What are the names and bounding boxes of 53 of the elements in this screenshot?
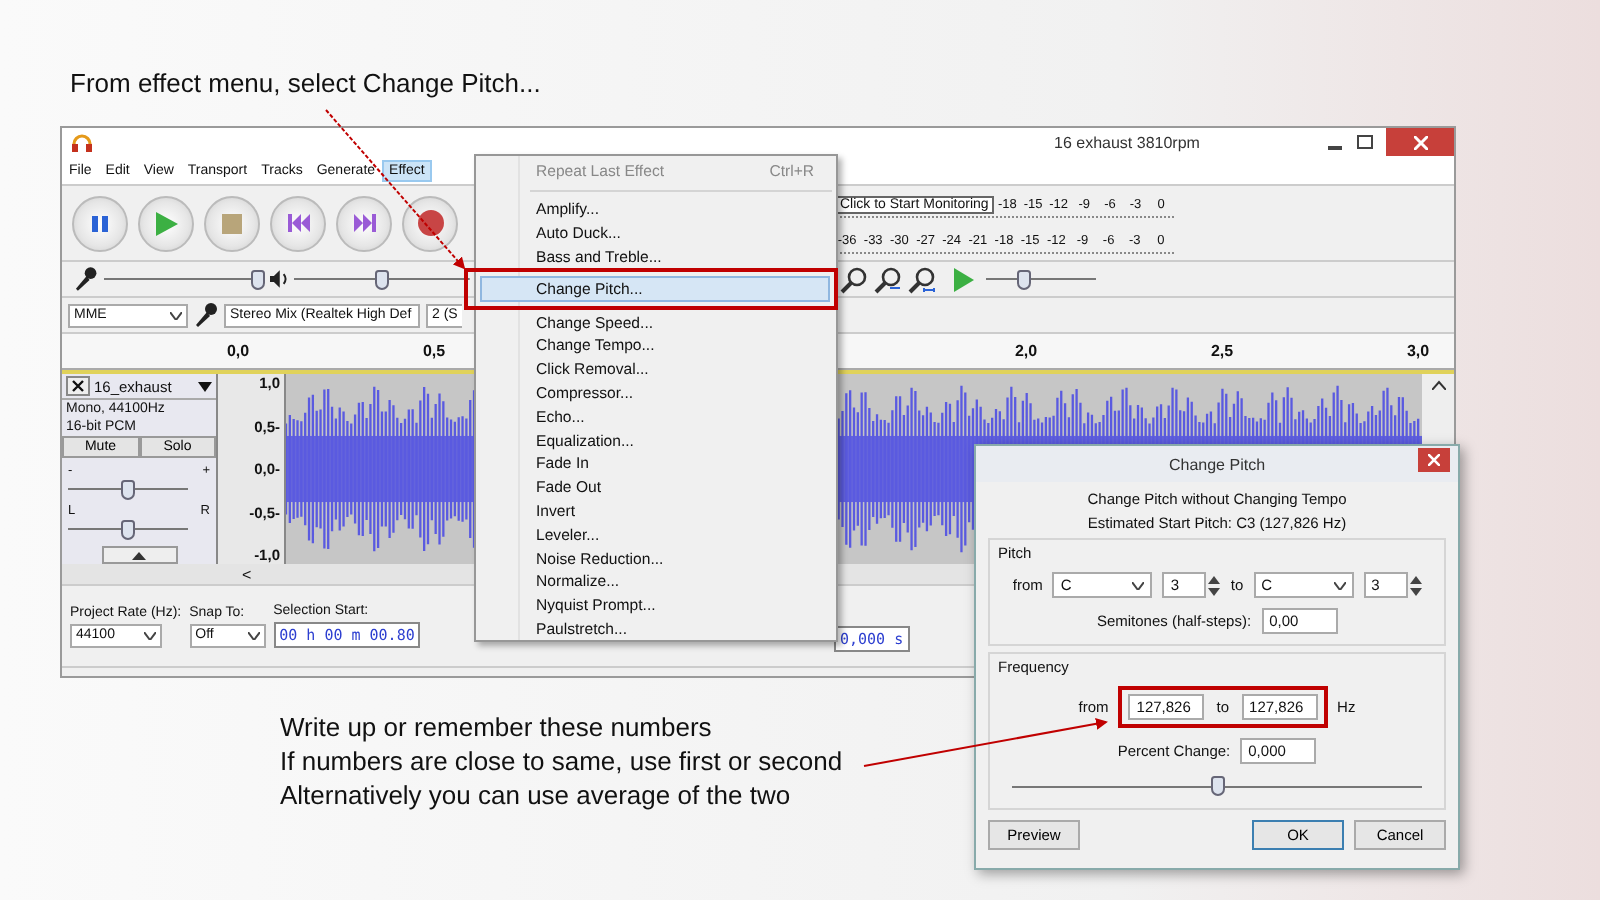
slider-thumb[interactable] [251, 269, 266, 289]
skip-to-end-button[interactable] [336, 195, 392, 251]
slider-thumb[interactable] [121, 520, 135, 541]
pause-icon [90, 213, 110, 233]
close-button[interactable] [1386, 128, 1454, 156]
skip-start-icon [287, 214, 309, 232]
dropdown-triangle-icon[interactable] [198, 381, 212, 391]
window-title: 16 exhaust 3810rpm [1054, 133, 1200, 151]
dialog-title: Change Pitch [1168, 455, 1266, 473]
microphone-icon [194, 302, 218, 328]
close-icon [1428, 454, 1440, 466]
caret-icon [1132, 581, 1145, 589]
microphone-icon [74, 266, 98, 292]
slider-thumb[interactable] [121, 480, 135, 500]
spinner-arrows-icon[interactable] [1208, 573, 1221, 597]
play-button[interactable] [138, 195, 194, 251]
record-button[interactable] [402, 195, 458, 251]
close-icon[interactable] [66, 376, 90, 396]
close-icon [1413, 135, 1427, 149]
timeline-label: 2,5 [1208, 342, 1236, 360]
slider-thumb[interactable] [375, 269, 390, 289]
triangle-up-icon [132, 551, 146, 560]
magnifier-icon[interactable] [874, 265, 902, 293]
stop-icon [222, 213, 242, 233]
magnifier-icon[interactable] [840, 265, 868, 293]
headphones-icon [72, 133, 92, 151]
spinner-arrows-icon[interactable] [1409, 573, 1422, 597]
timeline-label: 3,0 [1404, 342, 1432, 360]
timeline-label: 0,5 [420, 342, 448, 360]
pause-button[interactable] [72, 195, 128, 251]
skip-to-start-button[interactable] [270, 195, 326, 251]
note-text: Write up or remember these numbers [280, 712, 714, 742]
record-icon [417, 210, 443, 236]
play-icon [155, 211, 177, 235]
timeline-label: 2,0 [1012, 342, 1040, 360]
caret-icon [144, 631, 156, 639]
caret-icon [247, 631, 260, 639]
caret-icon [1333, 581, 1346, 589]
instruction-text: From effect menu, select Change Pitch... [70, 68, 541, 98]
slider-thumb[interactable] [1017, 269, 1032, 289]
scroll-left-arrow[interactable]: < [242, 565, 252, 583]
skip-end-icon [353, 214, 375, 232]
timeline-label: 0,0 [224, 342, 252, 360]
note-text: Alternatively you can use average of the two [280, 780, 793, 810]
magnifier-icon[interactable] [908, 265, 936, 293]
scroll-up-icon[interactable] [1431, 380, 1445, 390]
speaker-icon [269, 270, 289, 288]
caret-icon [170, 311, 182, 319]
close-button[interactable] [1418, 448, 1450, 472]
maximize-icon[interactable] [1356, 134, 1374, 150]
slider-thumb[interactable] [1210, 776, 1224, 796]
collapse-button[interactable] [101, 546, 177, 564]
note-text: If numbers are close to same, use first or second [280, 746, 843, 776]
